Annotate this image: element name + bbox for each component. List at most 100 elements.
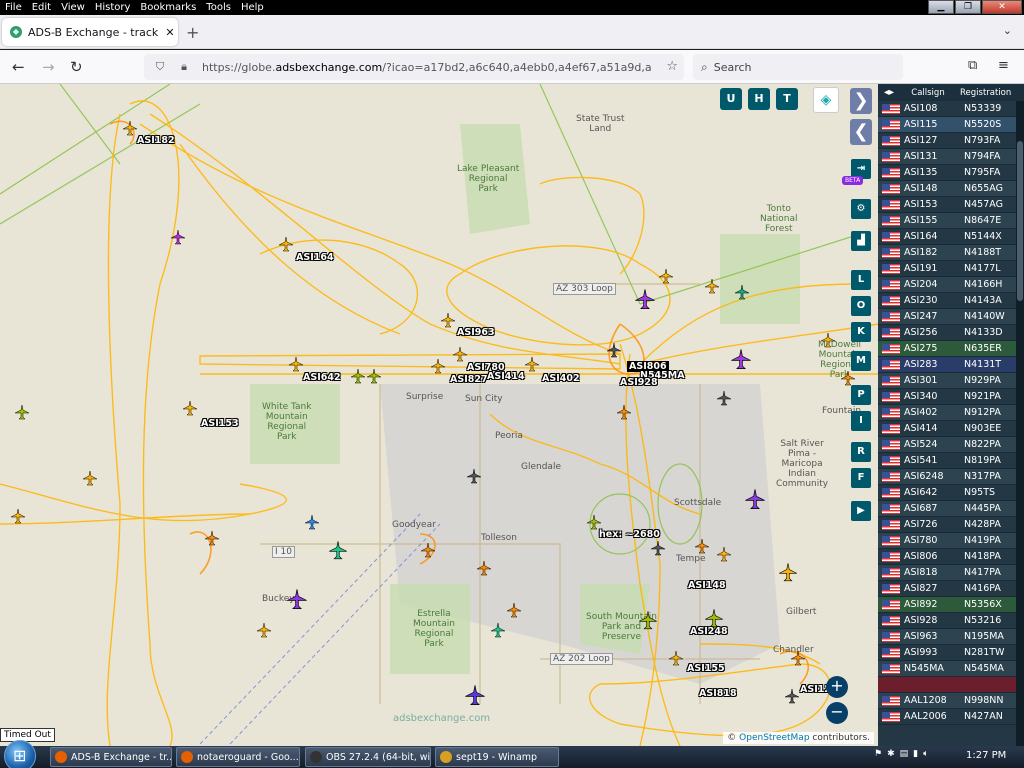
aircraft-icon[interactable] bbox=[668, 650, 684, 666]
toggle-p-button[interactable]: P bbox=[851, 385, 871, 405]
replay-icon[interactable]: ▶ bbox=[851, 501, 871, 521]
table-row[interactable]: ASI283 N4131T bbox=[878, 357, 1024, 373]
aircraft-icon[interactable] bbox=[784, 688, 800, 704]
aircraft-icon[interactable] bbox=[716, 390, 732, 406]
aircraft-icon[interactable] bbox=[170, 229, 186, 245]
aircraft-icon[interactable] bbox=[716, 546, 732, 562]
toggle-i-button[interactable]: I bbox=[851, 411, 871, 431]
aircraft-icon[interactable] bbox=[304, 514, 320, 530]
toggle-l-button[interactable]: L bbox=[851, 270, 871, 290]
table-row[interactable]: ASI115 N5520S bbox=[878, 117, 1024, 133]
toggle-u-button[interactable]: U bbox=[720, 88, 742, 110]
table-row[interactable]: ASI780 N419PA bbox=[878, 533, 1024, 549]
aircraft-label[interactable]: ASI414 bbox=[487, 371, 525, 382]
taskbar-item-winamp[interactable]: sept19 - Winamp bbox=[435, 747, 559, 767]
column-header-callsign[interactable]: Callsign bbox=[900, 88, 956, 98]
menu-file[interactable]: File bbox=[0, 0, 27, 15]
aircraft-icon[interactable] bbox=[452, 346, 468, 362]
toggle-t-button[interactable]: T bbox=[776, 88, 798, 110]
forward-button[interactable]: → bbox=[42, 58, 55, 76]
table-row[interactable]: ASI818 N417PA bbox=[878, 565, 1024, 581]
aircraft-icon[interactable] bbox=[286, 588, 308, 610]
back-button[interactable]: ← bbox=[12, 58, 25, 76]
bookmark-star-icon[interactable]: ☆ bbox=[666, 59, 678, 74]
toggle-k-button[interactable]: K bbox=[851, 322, 871, 342]
menu-history[interactable]: History bbox=[90, 0, 136, 15]
aircraft-icon[interactable] bbox=[430, 358, 446, 374]
table-row[interactable]: ASI230 N4143A bbox=[878, 293, 1024, 309]
table-row[interactable]: ASI993 N281TW bbox=[878, 645, 1024, 661]
map-view[interactable]: State Trust Land Lake Pleasant Regional … bbox=[0, 84, 878, 746]
table-row[interactable] bbox=[878, 677, 1024, 693]
table-row[interactable]: AAL1208 N998NN bbox=[878, 693, 1024, 709]
bluetooth-icon[interactable]: ✱ bbox=[887, 749, 895, 759]
aircraft-icon[interactable] bbox=[586, 514, 602, 530]
aircraft-icon[interactable] bbox=[704, 608, 724, 628]
list-tabs-icon[interactable]: ⌄ bbox=[1003, 24, 1012, 37]
chevron-right-icon[interactable]: ❯ bbox=[850, 88, 872, 114]
aircraft-icon[interactable] bbox=[506, 602, 522, 618]
aircraft-icon[interactable] bbox=[464, 684, 486, 706]
aircraft-icon[interactable] bbox=[440, 312, 456, 328]
aircraft-icon[interactable] bbox=[616, 404, 632, 420]
hamburger-menu-icon[interactable]: ≡ bbox=[998, 58, 1009, 73]
aircraft-icon[interactable] bbox=[524, 356, 540, 372]
aircraft-icon[interactable] bbox=[840, 370, 856, 386]
table-row[interactable]: ASI414 N903EE bbox=[878, 421, 1024, 437]
table-row[interactable]: ASI256 N4133D bbox=[878, 325, 1024, 341]
map-layers-icon[interactable]: ◈ bbox=[813, 87, 839, 113]
aircraft-icon[interactable] bbox=[366, 368, 382, 384]
aircraft-icon[interactable] bbox=[778, 562, 798, 582]
aircraft-icon[interactable] bbox=[744, 488, 766, 510]
table-row[interactable]: ASI131 N794FA bbox=[878, 149, 1024, 165]
extensions-icon[interactable]: ⧉ bbox=[968, 58, 977, 73]
menu-bookmarks[interactable]: Bookmarks bbox=[135, 0, 201, 15]
search-field[interactable]: ⌕ Search bbox=[693, 54, 903, 80]
aircraft-icon[interactable] bbox=[658, 268, 674, 284]
aircraft-icon[interactable] bbox=[650, 540, 666, 556]
scrollbar-thumb[interactable] bbox=[1017, 141, 1023, 301]
table-row[interactable]: ASI275 N635ER bbox=[878, 341, 1024, 357]
close-window-icon[interactable]: ✕ bbox=[982, 0, 1022, 14]
taskbar-item-firefox-google[interactable]: notaeroguard - Goo... bbox=[176, 747, 300, 767]
network-icon[interactable]: ▤ bbox=[900, 749, 909, 759]
aircraft-label[interactable]: ASI928 bbox=[620, 377, 658, 388]
aircraft-label[interactable]: ASI402 bbox=[542, 373, 580, 384]
aircraft-icon[interactable] bbox=[350, 368, 366, 384]
power-icon[interactable]: ▮ bbox=[913, 749, 918, 759]
table-row[interactable]: ASI806 N418PA bbox=[878, 549, 1024, 565]
toggle-m-button[interactable]: M bbox=[851, 351, 871, 371]
table-row[interactable]: ASI827 N416PA bbox=[878, 581, 1024, 597]
aircraft-icon[interactable] bbox=[790, 650, 806, 666]
table-row[interactable]: ASI6248 N317PA bbox=[878, 469, 1024, 485]
tab-close-icon[interactable]: ✕ bbox=[162, 26, 178, 39]
column-header-registration[interactable]: Registration bbox=[956, 88, 1024, 98]
table-row[interactable]: N545MA N545MA bbox=[878, 661, 1024, 677]
new-tab-button[interactable]: + bbox=[186, 23, 199, 42]
toggle-o-button[interactable]: O bbox=[851, 296, 871, 316]
menu-tools[interactable]: Tools bbox=[201, 0, 236, 15]
tracking-shield-icon[interactable]: ⛉ bbox=[152, 60, 168, 74]
url-text[interactable]: https://globe.adsbexchange.com/?icao=a17… bbox=[202, 61, 652, 74]
aircraft-icon[interactable] bbox=[204, 530, 220, 546]
aircraft-label[interactable]: ASI182 bbox=[137, 135, 175, 146]
table-row[interactable]: ASI642 N95TS bbox=[878, 485, 1024, 501]
table-row[interactable]: ASI301 N929PA bbox=[878, 373, 1024, 389]
aircraft-icon[interactable] bbox=[288, 356, 304, 372]
table-row[interactable]: ASI191 N4177L bbox=[878, 261, 1024, 277]
table-row[interactable]: ASI541 N819PA bbox=[878, 453, 1024, 469]
aircraft-icon[interactable] bbox=[606, 342, 622, 358]
table-row[interactable]: ASI340 N921PA bbox=[878, 389, 1024, 405]
aircraft-icon[interactable] bbox=[82, 470, 98, 486]
minimize-icon[interactable]: ▁ bbox=[928, 0, 954, 14]
table-row[interactable]: ASI108 N53339 bbox=[878, 101, 1024, 117]
volume-icon[interactable]: 🔈︎ bbox=[923, 749, 928, 759]
table-row[interactable]: ASI892 N5356X bbox=[878, 597, 1024, 613]
flag-icon[interactable]: ⚑ bbox=[874, 749, 882, 759]
aircraft-label[interactable]: ASI248 bbox=[690, 626, 728, 637]
stats-icon[interactable]: ▟ bbox=[851, 231, 871, 251]
taskbar-clock[interactable]: 1:27 PM bbox=[966, 750, 1006, 761]
toggle-f-button[interactable]: F bbox=[851, 468, 871, 488]
table-row[interactable]: ASI247 N4140W bbox=[878, 309, 1024, 325]
aircraft-icon[interactable] bbox=[122, 120, 138, 136]
